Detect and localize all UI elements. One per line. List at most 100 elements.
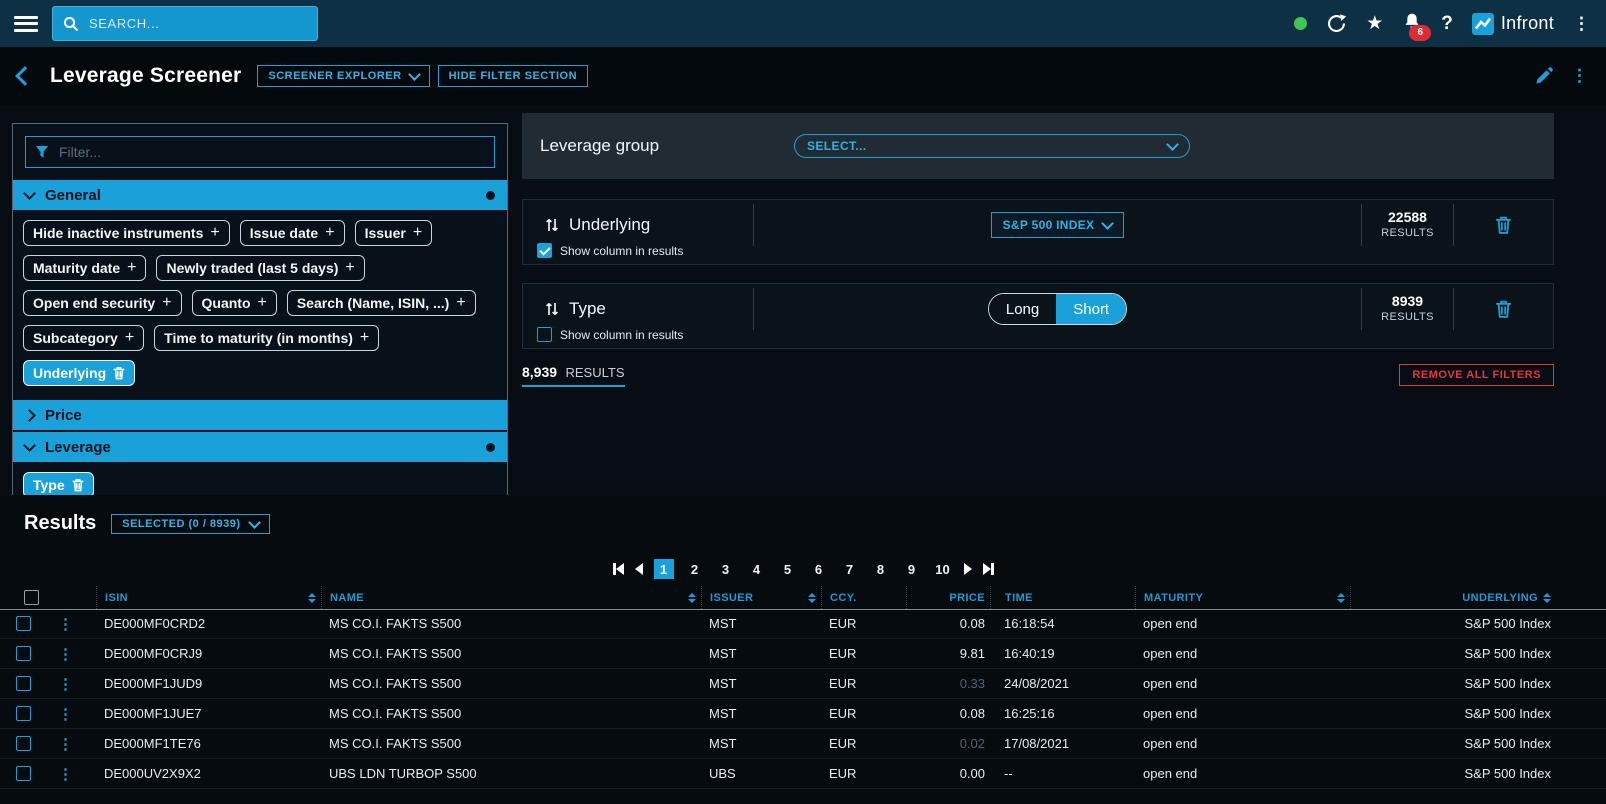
column-header-time[interactable]: TIME [990,586,1135,609]
row-menu-icon[interactable]: ⋮ [58,735,73,753]
total-results-link[interactable]: 8,939 RESULTS [522,364,625,387]
sort-icon[interactable] [808,593,816,603]
row-checkbox[interactable] [16,736,31,751]
filter-input[interactable] [57,143,485,161]
column-header-name[interactable]: NAME [321,586,701,609]
favorites-star-icon[interactable]: ★ [1366,14,1383,33]
row-checkbox[interactable] [16,676,31,691]
search-input[interactable] [87,15,307,32]
edit-pencil-icon[interactable] [1534,67,1553,86]
show-column-toggle[interactable]: Show column in results [537,243,683,258]
filter-chip-time-to-maturity-in-months[interactable]: Time to maturity (in months)+ [154,325,379,351]
header-actions: ⋮ [1534,66,1588,86]
row-menu-icon[interactable]: ⋮ [58,675,73,693]
notifications-bell[interactable]: 6 [1402,11,1422,37]
sort-arrows-icon[interactable] [545,217,559,233]
underlying-value-button[interactable]: S&P 500 INDEX [991,212,1125,238]
toggle-option-long[interactable]: Long [989,294,1056,324]
column-header-ccy[interactable]: CCY. [821,586,906,609]
row-menu-icon[interactable]: ⋮ [58,765,73,783]
page-button-8[interactable]: 8 [871,559,891,579]
sort-icon[interactable] [1543,593,1551,603]
topbar-overflow-icon[interactable]: ⋮ [1573,15,1590,32]
column-header-underlying[interactable]: UNDERLYING [1350,586,1556,609]
row-menu-icon[interactable]: ⋮ [58,645,73,663]
menu-icon[interactable] [14,16,38,32]
table-row[interactable]: ⋮DE000UV2X9X2UBS LDN TURBOP S500UBSEUR0.… [0,759,1606,789]
sync-icon[interactable] [1326,13,1347,34]
filter-chip-subcategory[interactable]: Subcategory+ [23,325,144,351]
remove-all-filters-button[interactable]: REMOVE ALL FILTERS [1399,364,1554,386]
page-button-9[interactable]: 9 [902,559,922,579]
screener-explorer-button[interactable]: SCREENER EXPLORER [257,65,429,87]
page-button-7[interactable]: 7 [840,559,860,579]
page-button-1[interactable]: 1 [654,559,674,579]
filter-chip-issue-date[interactable]: Issue date+ [240,220,345,246]
last-page-button[interactable] [983,562,994,576]
table-row[interactable]: ⋮DE000MF0CRD2MS CO.I. FAKTS S500MSTEUR0.… [0,609,1606,639]
row-checkbox-cell [16,639,50,668]
sort-icon[interactable] [688,593,696,603]
table-header: ISINNAMEISSUERCCY.PRICETIMEMATURITYUNDER… [0,586,1606,610]
table-row[interactable]: ⋮DE000MF0CRJ9MS CO.I. FAKTS S500MSTEUR9.… [0,639,1606,669]
trash-icon[interactable] [1495,215,1512,235]
filter-section-header-leverage[interactable]: Leverage [13,432,507,462]
trash-icon [72,478,84,492]
filter-chip-open-end-security[interactable]: Open end security+ [23,290,182,316]
show-column-toggle[interactable]: Show column in results [537,327,683,342]
row-menu-icon[interactable]: ⋮ [58,705,73,723]
select-all-checkbox[interactable] [24,590,39,605]
checkbox-unchecked[interactable] [537,327,552,342]
filter-chip-newly-traded-last-5-days[interactable]: Newly traded (last 5 days)+ [156,255,364,281]
filter-section-header-general[interactable]: General [13,180,507,210]
table-row[interactable]: ⋮DE000MF1TE76MS CO.I. FAKTS S500MSTEUR0.… [0,729,1606,759]
row-checkbox[interactable] [16,616,31,631]
page-button-4[interactable]: 4 [747,559,767,579]
cell-isin: DE000MF1JUD9 [96,669,321,698]
column-header-issuer[interactable]: ISSUER [701,586,821,609]
back-chevron-icon[interactable] [15,66,35,86]
filter-chip-quanto[interactable]: Quanto+ [192,290,277,316]
page-button-6[interactable]: 6 [809,559,829,579]
filter-chip-hide-inactive-instruments[interactable]: Hide inactive instruments+ [23,220,230,246]
previous-page-button[interactable] [635,562,643,576]
filter-chip-maturity-date[interactable]: Maturity date+ [23,255,146,281]
column-header-maturity[interactable]: MATURITY [1135,586,1350,609]
sort-arrows-icon[interactable] [545,301,559,317]
checkbox-checked[interactable] [537,243,552,258]
filter-chip-underlying[interactable]: Underlying [23,360,135,386]
column-header-price[interactable]: PRICE [906,586,990,609]
help-icon[interactable]: ? [1441,13,1453,35]
trash-icon[interactable] [1495,299,1512,319]
filter-chips: Hide inactive instruments+ Issue date+ Iss… [13,210,507,398]
table-row[interactable]: ⋮DE000MF1JUE7MS CO.I. FAKTS S500MSTEUR0.… [0,699,1606,729]
page-button-2[interactable]: 2 [685,559,705,579]
filter-search[interactable] [25,136,495,168]
column-header-isin[interactable]: ISIN [96,586,321,609]
selected-dropdown-button[interactable]: SELECTED (0 / 8939) [111,514,269,534]
filter-section-header-price[interactable]: Price [13,400,507,430]
row-menu-icon[interactable]: ⋮ [58,615,73,633]
cell-isin: DE000MF0CRD2 [96,609,321,638]
global-search[interactable] [52,6,318,41]
page-button-5[interactable]: 5 [778,559,798,579]
filter-chip-search-name-isin[interactable]: Search (Name, ISIN, ...)+ [287,290,476,316]
header-overflow-icon[interactable]: ⋮ [1571,66,1588,86]
toggle-option-short[interactable]: Short [1056,294,1126,324]
chip-trash-icon[interactable] [72,478,84,492]
table-row[interactable]: ⋮DE000MF1JUD9MS CO.I. FAKTS S500MSTEUR0.… [0,669,1606,699]
leverage-group-select[interactable]: SELECT... [794,134,1190,158]
sort-icon[interactable] [308,593,316,603]
sort-icon[interactable] [1337,593,1345,603]
first-page-button[interactable] [613,562,624,576]
show-column-label: Show column in results [560,244,683,258]
page-button-10[interactable]: 10 [933,559,953,579]
next-page-button[interactable] [964,562,972,576]
hide-filter-section-button[interactable]: HIDE FILTER SECTION [438,65,588,87]
filter-chip-issuer[interactable]: Issuer+ [355,220,433,246]
page-button-3[interactable]: 3 [716,559,736,579]
row-checkbox[interactable] [16,646,31,661]
chip-trash-icon[interactable] [113,366,125,380]
row-checkbox[interactable] [16,766,31,781]
row-checkbox[interactable] [16,706,31,721]
